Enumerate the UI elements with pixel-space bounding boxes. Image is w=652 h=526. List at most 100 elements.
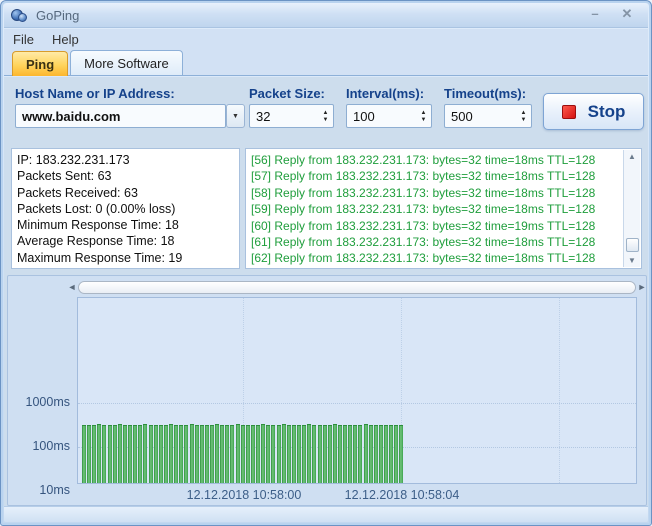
x-tick-1: 12.12.2018 10:58:00 [164, 488, 324, 502]
chart-bar [164, 425, 168, 483]
tab-ping[interactable]: Ping [12, 51, 68, 76]
chart-horizontal-scrollbar[interactable]: ◄ ► [66, 279, 648, 295]
menu-help[interactable]: Help [43, 30, 88, 49]
chart-bar [399, 425, 403, 483]
y-tick-10ms: 10ms [12, 483, 70, 497]
chart-bar [133, 425, 137, 483]
y-tick-1000ms: 1000ms [12, 395, 70, 409]
stats-line: IP: 183.232.231.173 [17, 152, 239, 168]
host-value: www.baidu.com [16, 109, 225, 124]
chart-bar [323, 425, 327, 483]
stats-line: Minimum Response Time: 18 [17, 217, 239, 233]
log-line: [60] Reply from 183.232.231.173: bytes=3… [251, 218, 641, 234]
stats-line: Average Response Time: 18 [17, 233, 239, 249]
chart-bar [190, 424, 194, 484]
scroll-right-icon[interactable]: ► [636, 282, 648, 292]
chart-bar [312, 425, 316, 483]
chart-bar [384, 425, 388, 483]
y-tick-100ms: 100ms [12, 439, 70, 453]
app-window: GoPing – ✕ File Help Ping More Software … [0, 0, 652, 526]
chart-bar [358, 425, 362, 483]
stop-button[interactable]: Stop [543, 93, 644, 130]
chart-bar [210, 425, 214, 483]
chart-bar [225, 425, 229, 483]
statistics-panel: IP: 183.232.231.173Packets Sent: 63Packe… [11, 148, 240, 269]
log-line: [59] Reply from 183.232.231.173: bytes=3… [251, 201, 641, 217]
chart-bar [297, 425, 301, 483]
window-bottom-frame [4, 506, 648, 522]
packet-size-label: Packet Size: [249, 86, 325, 101]
chart-bar [369, 425, 373, 483]
chart-bar [246, 425, 250, 483]
timeout-label: Timeout(ms): [444, 86, 526, 101]
chart-bar [174, 425, 178, 483]
chart-bar [389, 425, 393, 483]
interval-label: Interval(ms): [346, 86, 424, 101]
spin-up-icon[interactable]: ▲ [323, 110, 329, 116]
chevron-down-icon: ▼ [232, 113, 239, 120]
log-line: [61] Reply from 183.232.231.173: bytes=3… [251, 234, 641, 250]
log-vertical-scrollbar[interactable]: ▲ ▼ [623, 150, 640, 267]
menu-bar: File Help [4, 29, 648, 49]
chart-bar [256, 425, 260, 483]
tab-strip: Ping More Software [4, 49, 648, 76]
host-dropdown-button[interactable]: ▼ [226, 104, 245, 128]
chart-bar [102, 425, 106, 483]
spin-down-icon[interactable]: ▼ [323, 117, 329, 123]
stats-line: Packets Sent: 63 [17, 168, 239, 184]
chart-bar [169, 424, 173, 484]
spin-up-icon[interactable]: ▲ [521, 110, 527, 116]
chart-bar [271, 425, 275, 483]
ping-log-lines: [56] Reply from 183.232.231.173: bytes=3… [251, 152, 641, 267]
spin-up-icon[interactable]: ▲ [421, 110, 427, 116]
response-time-chart: ◄ ► 1000ms 100ms 10ms 12.12.2018 10:58:0… [7, 275, 647, 506]
chart-bar [205, 425, 209, 483]
chart-bar [343, 425, 347, 483]
spin-down-icon[interactable]: ▼ [521, 117, 527, 123]
chart-bar [379, 425, 383, 483]
chart-bar [82, 425, 86, 483]
interval-input[interactable]: 100 ▲ ▼ [346, 104, 432, 128]
chart-bar [220, 425, 224, 483]
chart-bar [328, 425, 332, 483]
menu-file[interactable]: File [4, 30, 43, 49]
log-scrollbar-thumb[interactable] [626, 238, 639, 252]
chart-bar [364, 424, 368, 484]
close-icon[interactable]: ✕ [616, 7, 638, 23]
chart-bar [348, 425, 352, 483]
chart-bar [282, 424, 286, 484]
chart-bar [138, 425, 142, 483]
chart-bar [195, 425, 199, 483]
scroll-left-icon[interactable]: ◄ [66, 282, 78, 292]
chart-bar [230, 425, 234, 483]
chart-bar [123, 425, 127, 483]
host-input[interactable]: www.baidu.com [15, 104, 226, 128]
chart-bar [266, 425, 270, 483]
app-logo-icon [11, 7, 28, 24]
tab-more-software[interactable]: More Software [70, 50, 183, 75]
spin-down-icon[interactable]: ▼ [421, 117, 427, 123]
stop-button-label: Stop [588, 102, 626, 122]
ping-tab-page: Host Name or IP Address: Packet Size: In… [4, 77, 648, 508]
chart-bar [353, 425, 357, 483]
chart-bar [251, 425, 255, 483]
chart-bar [149, 425, 153, 483]
chart-bar [159, 425, 163, 483]
scroll-down-icon[interactable]: ▼ [628, 256, 636, 265]
timeout-input[interactable]: 500 ▲ ▼ [444, 104, 532, 128]
chart-bar [261, 424, 265, 484]
chart-bar [87, 425, 91, 483]
chart-bar [92, 425, 96, 483]
chart-bar [333, 424, 337, 484]
log-line: [58] Reply from 183.232.231.173: bytes=3… [251, 185, 641, 201]
chart-bar [292, 425, 296, 483]
stats-line: Packets Received: 63 [17, 185, 239, 201]
minimize-icon[interactable]: – [584, 7, 606, 23]
log-line: [56] Reply from 183.232.231.173: bytes=3… [251, 152, 641, 168]
chart-scrollbar-thumb[interactable] [78, 281, 636, 294]
scroll-up-icon[interactable]: ▲ [628, 152, 636, 161]
packet-size-input[interactable]: 32 ▲ ▼ [249, 104, 334, 128]
window-title: GoPing [36, 8, 79, 23]
chart-bar [287, 425, 291, 483]
ping-log-panel[interactable]: [56] Reply from 183.232.231.173: bytes=3… [245, 148, 642, 269]
